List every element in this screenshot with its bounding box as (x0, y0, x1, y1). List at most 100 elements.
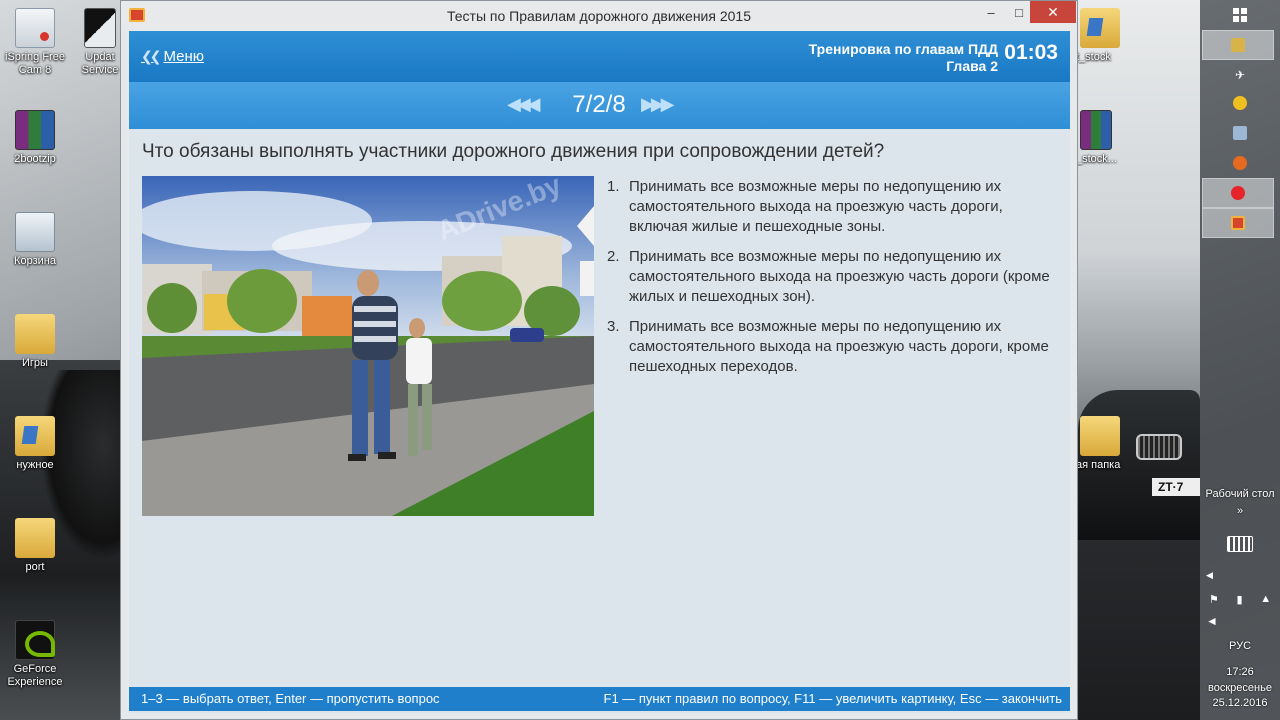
mode-title: Тренировка по главам ПДД (808, 41, 998, 57)
double-chevron-right-icon[interactable]: ▶▶▶ (641, 94, 674, 115)
answer-option[interactable]: 2. Принимать все возможные меры по недоп… (607, 247, 1057, 307)
taskbar-pdd-tests[interactable] (1202, 208, 1274, 238)
desktop-icon-label: Игры (22, 357, 48, 369)
taskbar-yandex[interactable] (1202, 178, 1274, 208)
taskbar-explorer[interactable] (1202, 30, 1274, 60)
battery-icon: ▮ (1236, 593, 1243, 606)
menu-button[interactable]: ❮❮ Меню (141, 48, 204, 65)
pin-icon: ✈ (1234, 68, 1246, 82)
answer-text: Принимать все возможные меры по недопуще… (629, 318, 1049, 375)
window-titlebar[interactable]: Тесты по Правилам дорожного движения 201… (121, 1, 1077, 31)
taskbar: ✈ Рабочий стол » ◀ ⚑ ▮ ▲ ◄ РУС 17:26 вос… (1200, 0, 1280, 720)
desktop-icon-label: нужное (16, 459, 54, 471)
answer-text: Принимать все возможные меры по недопуще… (629, 178, 1003, 235)
yandex-browser-icon (1231, 186, 1245, 200)
taskbar-pin[interactable]: ✈ (1200, 60, 1280, 90)
clock-day: воскресенье (1208, 682, 1272, 694)
desktop-icon-label: port (25, 561, 45, 573)
speaker-icon: ◄ (1206, 614, 1218, 628)
update-service-icon (84, 8, 116, 48)
desktop-wallpaper-right (1075, 0, 1200, 720)
app-header: ❮❮ Меню Тренировка по главам ПДД Глава 2… (129, 31, 1070, 82)
answer-number: 1. (607, 178, 620, 195)
winrar-archive-icon (15, 110, 55, 150)
car-plate: ZT·7 (1152, 478, 1200, 496)
close-button[interactable]: ✕ (1030, 1, 1076, 23)
question-image[interactable]: ADrive.by (142, 176, 594, 516)
desktop-icon-label: Корзина (14, 255, 56, 267)
pdd-tests-icon (1231, 216, 1245, 230)
desktop-icon-games[interactable]: Игры (0, 314, 70, 370)
explorer-icon (1231, 38, 1245, 52)
minimize-button[interactable]: – (977, 1, 1005, 23)
answer-option[interactable]: 3. Принимать все возможные меры по недоп… (607, 317, 1057, 377)
desktop-icon-geforce[interactable]: GeForce Experience (0, 620, 70, 689)
winrar-archive-icon (1080, 110, 1112, 150)
flag-warning-icon: ⚑ (1208, 593, 1219, 606)
desktop-icon-label: 2bootzip (14, 153, 56, 165)
window-title: Тесты по Правилам дорожного движения 201… (446, 8, 751, 24)
question-navigation: ◀◀◀ 7/2/8 ▶▶▶ (129, 82, 1070, 129)
folder-icon (15, 518, 55, 558)
footer-hotkeys-right: F1 — пункт правил по вопросу, F11 — увел… (603, 691, 1063, 706)
desktop-icon-recycle-bin[interactable]: Корзина (0, 212, 70, 268)
nvidia-geforce-icon (15, 620, 55, 660)
taskbar-image-viewer[interactable] (1200, 118, 1280, 148)
firefox-icon (1233, 156, 1247, 170)
chevron-left-icon: ❮❮ (141, 48, 162, 64)
answer-text: Принимать все возможные меры по недопуще… (629, 248, 1050, 305)
taskbar-app-yellow[interactable] (1200, 88, 1280, 118)
ispring-cam-icon (15, 8, 55, 48)
app-yellow-icon (1233, 96, 1247, 110)
desktop-icon-label: iSpring Free Cam 8 (5, 51, 65, 76)
question-illustration: ADrive.by (142, 176, 594, 516)
chevron-down-icon[interactable]: » (1200, 505, 1280, 518)
folder-icon (1080, 416, 1120, 456)
desktop-icon-2bootzip[interactable]: 2bootzip (0, 110, 70, 166)
touch-keyboard-button[interactable] (1200, 529, 1280, 559)
windows-logo-icon (1233, 8, 1247, 22)
desktop-icon-label: _stock... (1076, 153, 1117, 165)
app-window: Тесты по Правилам дорожного движения 201… (120, 0, 1078, 720)
answer-number: 3. (607, 318, 620, 335)
keyboard-icon (1227, 536, 1253, 552)
chevron-left-icon: ◀ (1206, 569, 1213, 580)
signal-icon: ▲ (1260, 593, 1272, 605)
taskbar-firefox[interactable] (1200, 148, 1280, 178)
desktop-icon-needed[interactable]: нужное (0, 416, 70, 472)
mode-info: Тренировка по главам ПДД Глава 2 (809, 41, 998, 75)
clock-time[interactable]: 17:26 (1200, 666, 1280, 679)
answer-option[interactable]: 1. Принимать все возможные меры по недоп… (607, 177, 1057, 237)
start-button[interactable] (1200, 0, 1280, 30)
desktop-icon-update-service[interactable]: Updat Service (80, 8, 120, 77)
app-icon (129, 8, 145, 22)
app-content: ❮❮ Меню Тренировка по главам ПДД Глава 2… (129, 31, 1070, 713)
desktop-icon-stock-archive[interactable]: _stock... (1076, 110, 1126, 166)
double-chevron-left-icon[interactable]: ◀◀◀ (507, 94, 540, 115)
answer-list: 1. Принимать все возможные меры по недоп… (607, 177, 1057, 387)
desktop-icon-ispring[interactable]: iSpring Free Cam 8 (0, 8, 70, 77)
recycle-bin-icon (15, 212, 55, 252)
desktop-icon-label: GeForce Experience (7, 663, 63, 688)
image-viewer-icon (1233, 126, 1247, 140)
car-grille (1136, 434, 1182, 460)
footer-hotkeys-left: 1–3 — выбрать ответ, Enter — пропустить … (141, 691, 440, 706)
question-counter: 7/2/8 (572, 91, 626, 118)
desktop-icon-port[interactable]: port (0, 518, 70, 574)
desktop-toolbar-label[interactable]: Рабочий стол (1200, 488, 1280, 501)
folder-document-icon (15, 416, 55, 456)
answer-number: 2. (607, 248, 620, 265)
volume-button[interactable]: ◄ (1200, 606, 1280, 636)
desktop-icon-label: Updat Service (81, 51, 119, 76)
clock-date: 25.12.2016 (1212, 697, 1268, 709)
desktop-icon-stock[interactable]: t_stock (1076, 8, 1126, 64)
chapter-label: Глава 2 (946, 58, 998, 74)
language-indicator[interactable]: РУС (1200, 640, 1280, 653)
maximize-button[interactable]: □ (1005, 1, 1033, 23)
desktop-icon-new-folder[interactable]: ая папка (1076, 416, 1126, 472)
menu-label: Меню (163, 48, 205, 65)
folder-document-icon (1080, 8, 1120, 48)
desktop-icon-label: ая папка (1076, 459, 1121, 471)
hotkey-footer: 1–3 — выбрать ответ, Enter — пропустить … (129, 687, 1070, 711)
desktop-icon-label: t_stock (1076, 51, 1111, 63)
